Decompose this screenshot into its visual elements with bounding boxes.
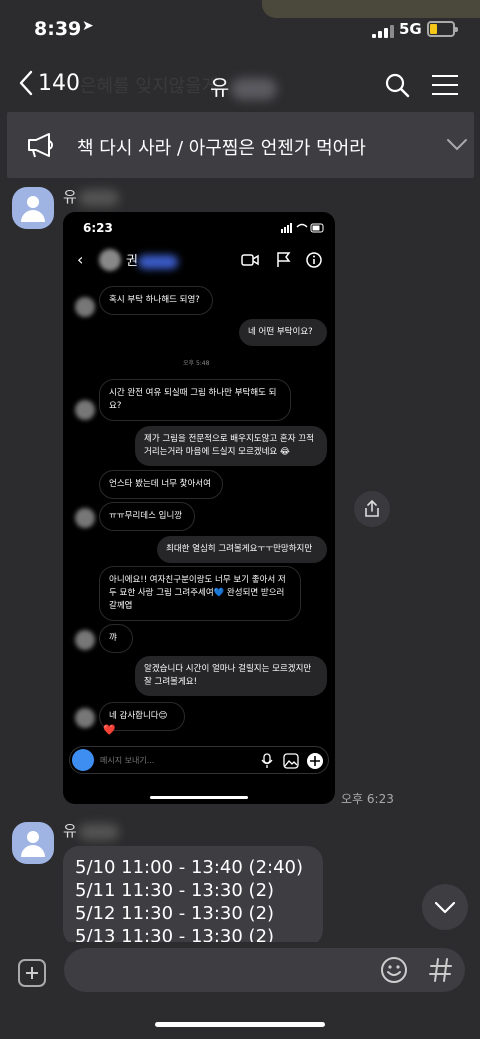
chevron-down-icon[interactable] [445,132,469,156]
screenshot-compose: 메시지 보내기... [69,746,329,774]
sender-name-text: 유 [63,822,77,840]
scroll-down-button[interactable] [422,884,468,930]
add-icon [307,753,323,769]
screenshot-bubble: 아니에요!! 여자친구분이랑도 너무 보기 좋아서 저두 묘한 사랑 그림 그려… [99,566,301,621]
schedule-line: 5/11 11:30 - 13:30 (2) [75,880,275,901]
schedule-line: 5/12 11:30 - 13:30 (2) [75,903,275,924]
chat-title-text: 유 [210,76,230,100]
sender-name: 유 [63,186,119,207]
screenshot-back-icon: ‹ [77,250,84,269]
screenshot-contact-text: 권 [126,254,138,269]
screenshot-avatar [75,400,95,420]
composer-bar [0,942,480,1039]
flag-icon [277,252,291,267]
screenshot-bubble: 알겠습니다 시간이 얼마나 걸릴지는 모르겠지만 잘 그려볼게요! [135,656,327,696]
screenshot-bubble: 꺄 [99,624,133,653]
status-time: 8:39 [34,18,82,40]
screenshot-contact: 권 [126,250,178,269]
share-button[interactable] [354,491,390,527]
video-icon [241,254,259,266]
emoji-icon[interactable] [380,956,408,984]
schedule-message[interactable]: 5/10 11:00 - 13:40 (2:40) 5/11 11:30 - 1… [63,846,323,946]
screenshot-avatar [75,297,95,317]
location-icon: ➤ [82,18,94,34]
status-bar: 8:39 ➤ 5G [0,0,480,60]
message-input[interactable] [82,958,372,982]
screenshot-bubble: 혹시 부탁 하나해드 되영? [99,286,213,315]
screenshot-avatar [75,508,95,528]
screenshot-compose-placeholder: 메시지 보내기... [100,756,155,765]
screenshot-avatar [75,708,95,728]
blurred-name [231,78,278,100]
back-button[interactable]: 140 [18,70,80,96]
blurred-name [78,189,119,206]
chevron-left-icon [19,70,33,96]
screenshot-bubble: 시간 완전 여유 되실때 그림 하나만 부탁해도 되요? [99,379,291,421]
unread-count: 140 [38,70,80,96]
screenshot-timestamp: 오후 5:48 [183,360,210,367]
sender-name: 유 [63,820,119,841]
chat-title: 유 [210,72,278,102]
screenshot-avatar [75,630,95,650]
sender-name-text: 유 [63,188,77,206]
info-icon [306,252,322,268]
gallery-icon [283,753,299,769]
search-icon[interactable] [384,72,410,98]
notice-text: 책 다시 사라 / 아구찜은 언젠가 먹어라 [77,138,366,159]
message-time: 오후 6:23 [341,792,394,806]
screenshot-bubble: 네 어떤 부탁이요? [239,319,327,346]
megaphone-icon [28,133,53,158]
hashtag-icon[interactable] [428,956,454,984]
camera-icon [72,749,94,771]
signal-icon [372,24,394,38]
screenshot-bubble: 언스타 봤는데 너무 찿아서여 [99,470,223,499]
screenshot-time: 6:23 [83,221,113,235]
ghost-banner [262,0,480,18]
share-icon [365,499,379,517]
screenshot-header: ‹ 권 [63,246,335,276]
message-input-box [64,948,465,992]
avatar[interactable] [12,822,54,864]
battery-icon [427,21,458,37]
screenshot-home-indicator [150,796,248,799]
notice-banner[interactable]: 책 다시 사라 / 아구찜은 언젠가 먹어라 [7,112,474,178]
screenshot-bubble: 최대한 열심히 그려볼게요ㅜㅜ만망하지만 [157,536,327,563]
screenshot-bubble: 제가 그림을 전문적으로 배우지도않고 혼자 끄적거리는거라 마음에 드실지 모… [135,426,327,466]
chat-header: 140 유 [0,60,480,110]
mic-icon [261,753,273,768]
screenshot-avatar [99,249,121,271]
image-message[interactable]: 6:23 ‹ 권 혹시 부탁 하나해드 되영? 네 어떤 부탁이요? 오후 5:… [63,212,335,804]
menu-icon[interactable] [432,75,458,95]
home-indicator [155,1022,325,1027]
heart-reaction: ❤️ [103,725,116,736]
blurred-name [78,823,119,840]
screenshot-status-icons [281,223,324,233]
avatar[interactable] [12,187,54,229]
attach-button[interactable] [18,959,46,987]
chevron-down-icon [434,901,456,914]
network-type: 5G [399,20,422,38]
screenshot-bubble: ㅠㅠ무리데스 입니깡 [99,502,195,531]
schedule-line: 5/10 11:00 - 13:40 (2:40) [75,857,304,878]
